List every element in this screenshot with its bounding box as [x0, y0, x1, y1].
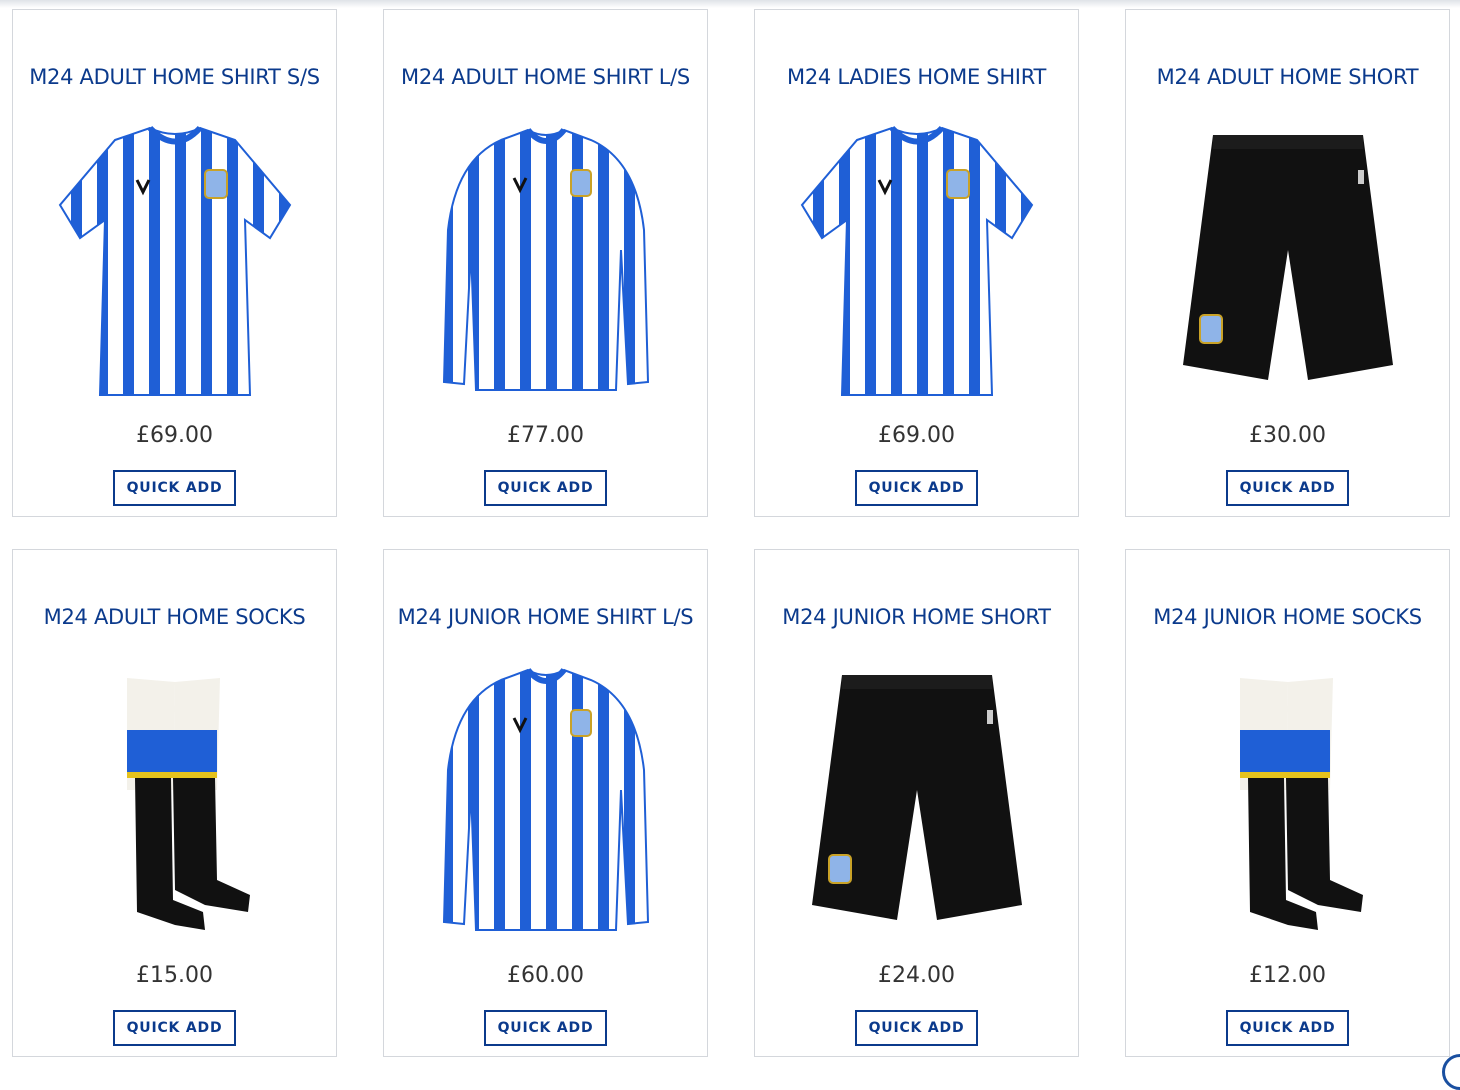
product-title[interactable]: M24 ADULT HOME SOCKS	[13, 605, 336, 629]
product-price: £24.00	[878, 963, 955, 988]
shorts-image[interactable]	[787, 650, 1047, 950]
product-card[interactable]: M24 ADULT HOME SHIRT L/S £77.00 QUICK AD…	[383, 9, 708, 517]
product-card[interactable]: M24 JUNIOR HOME SHIRT L/S £60.00 QUICK A…	[383, 549, 708, 1057]
quick-add-button[interactable]: QUICK ADD	[1226, 470, 1349, 506]
product-card[interactable]: M24 JUNIOR HOME SOCKS £12.00 QUICK ADD	[1125, 549, 1450, 1057]
quick-add-button[interactable]: QUICK ADD	[113, 1010, 236, 1046]
shirt-short-sleeve-image[interactable]	[787, 110, 1047, 410]
product-card[interactable]: M24 ADULT HOME SHORT £30.00 QUICK ADD	[1125, 9, 1450, 517]
quick-add-button[interactable]: QUICK ADD	[855, 1010, 978, 1046]
quick-add-button[interactable]: QUICK ADD	[484, 1010, 607, 1046]
shorts-image[interactable]	[1158, 110, 1418, 410]
product-price: £15.00	[136, 963, 213, 988]
product-title[interactable]: M24 JUNIOR HOME SHIRT L/S	[384, 605, 707, 629]
product-title[interactable]: M24 ADULT HOME SHORT	[1126, 65, 1449, 89]
socks-image[interactable]	[45, 650, 305, 950]
product-title[interactable]: M24 LADIES HOME SHIRT	[755, 65, 1078, 89]
product-title[interactable]: M24 ADULT HOME SHIRT S/S	[13, 65, 336, 89]
product-price: £60.00	[507, 963, 584, 988]
socks-image[interactable]	[1158, 650, 1418, 950]
shirt-long-sleeve-image[interactable]	[416, 110, 676, 410]
product-price: £77.00	[507, 423, 584, 448]
product-grid: M24 ADULT HOME SHIRT S/S £69.00 QUICK AD…	[0, 0, 1460, 1072]
quick-add-button[interactable]: QUICK ADD	[855, 470, 978, 506]
product-title[interactable]: M24 JUNIOR HOME SOCKS	[1126, 605, 1449, 629]
product-title[interactable]: M24 ADULT HOME SHIRT L/S	[384, 65, 707, 89]
quick-add-button[interactable]: QUICK ADD	[1226, 1010, 1349, 1046]
product-card[interactable]: M24 JUNIOR HOME SHORT £24.00 QUICK ADD	[754, 549, 1079, 1057]
product-price: £12.00	[1249, 963, 1326, 988]
product-price: £30.00	[1249, 423, 1326, 448]
product-card[interactable]: M24 ADULT HOME SOCKS £15.00 QUICK ADD	[12, 549, 337, 1057]
shirt-short-sleeve-image[interactable]	[45, 110, 305, 410]
product-card[interactable]: M24 LADIES HOME SHIRT £69.00 QUICK ADD	[754, 9, 1079, 517]
quick-add-button[interactable]: QUICK ADD	[484, 470, 607, 506]
quick-add-button[interactable]: QUICK ADD	[113, 470, 236, 506]
product-card[interactable]: M24 ADULT HOME SHIRT S/S £69.00 QUICK AD…	[12, 9, 337, 517]
shirt-long-sleeve-image[interactable]	[416, 650, 676, 950]
product-price: £69.00	[878, 423, 955, 448]
product-price: £69.00	[136, 423, 213, 448]
product-title[interactable]: M24 JUNIOR HOME SHORT	[755, 605, 1078, 629]
